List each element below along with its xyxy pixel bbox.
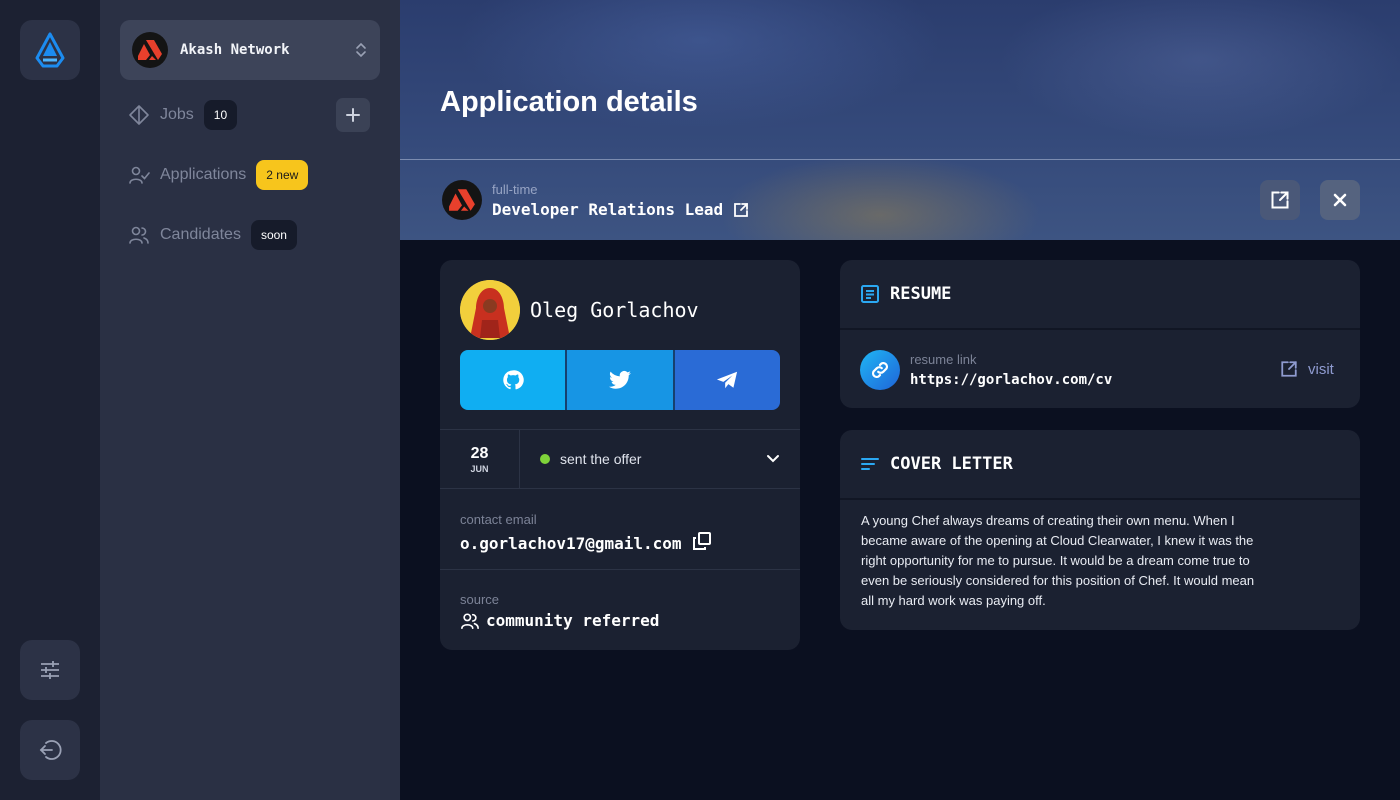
settings-button[interactable] (20, 640, 80, 700)
nav-label-candidates: Candidates (160, 226, 241, 243)
jobs-count-badge: 10 (203, 100, 238, 130)
nav-label-applications: Applications (160, 166, 247, 183)
applications-new-badge: 2 new (256, 160, 309, 190)
nav-item-candidates[interactable]: Candidates soon (128, 218, 297, 252)
sidebar: Akash Network Jobs 10 Applications 2 new… (100, 0, 400, 800)
chevron-down-icon (767, 455, 779, 463)
users-icon (461, 612, 479, 629)
user-check-icon (128, 164, 150, 186)
resume-link-label: resume link (910, 352, 977, 367)
resume-divider (840, 328, 1360, 330)
twitter-icon (608, 370, 631, 389)
page-header: Application details full-time Developer … (400, 0, 1400, 240)
status-row: 28 JUN sent the offer (440, 429, 800, 489)
job-title: Developer Relations Lead (492, 200, 724, 219)
candidate-avatar (460, 280, 520, 340)
document-icon (861, 285, 879, 303)
job-org-avatar (442, 180, 482, 220)
akash-logo-icon (35, 32, 65, 68)
text-lines-icon (861, 458, 879, 470)
contact-email-field: contact email o.gorlachov17@gmail.com (460, 512, 712, 555)
source-value: community referred (486, 611, 660, 630)
header-divider (400, 159, 1400, 160)
nav-item-applications[interactable]: Applications 2 new (128, 158, 309, 192)
nav-item-jobs[interactable]: Jobs 10 (128, 98, 238, 132)
status-date-month: JUN (470, 463, 489, 474)
contact-email-value: o.gorlachov17@gmail.com (460, 533, 682, 553)
app-logo-button[interactable] (20, 20, 80, 80)
external-link-icon (1281, 361, 1297, 377)
link-icon-badge (860, 350, 900, 390)
status-dropdown[interactable]: sent the offer (520, 430, 800, 488)
org-switcher[interactable]: Akash Network (120, 20, 380, 80)
sliders-icon (41, 661, 59, 679)
logout-button[interactable] (20, 720, 80, 780)
copy-icon (692, 532, 711, 550)
cover-letter-card: COVER LETTER A young Chef always dreams … (840, 430, 1360, 630)
candidate-name: Oleg Gorlachov (530, 298, 699, 322)
app-rail (0, 0, 100, 800)
candidate-card: Oleg Gorlachov 28 JUN sent the offer con… (440, 260, 800, 650)
akash-network-logo-icon (138, 40, 162, 60)
status-date: 28 JUN (440, 430, 520, 488)
job-title-link[interactable]: Developer Relations Lead (492, 200, 749, 219)
telegram-button[interactable] (674, 350, 780, 410)
status-date-day: 28 (470, 444, 489, 462)
resume-card: RESUME resume link https://gorlachov.com… (840, 260, 1360, 408)
akash-network-logo-icon (449, 189, 475, 211)
close-button[interactable] (1320, 180, 1360, 220)
diamond-icon (128, 104, 150, 126)
contact-email-label: contact email (460, 512, 537, 527)
resume-heading: RESUME (860, 284, 951, 304)
github-button[interactable] (460, 350, 568, 410)
card-divider (440, 569, 800, 570)
visit-resume-link[interactable]: visit (1280, 360, 1334, 378)
cover-letter-text: A young Chef always dreams of creating t… (861, 513, 1255, 608)
job-type: full-time (492, 182, 538, 197)
add-job-button[interactable] (336, 98, 370, 132)
twitter-button[interactable] (567, 350, 675, 410)
logout-icon (39, 740, 62, 760)
candidates-soon-badge: soon (250, 220, 297, 250)
cover-letter-heading: COVER LETTER (860, 454, 1013, 474)
users-icon (128, 224, 150, 246)
org-avatar (132, 32, 168, 68)
main-content: Application details full-time Developer … (400, 0, 1400, 800)
status-value: sent the offer (560, 451, 642, 467)
telegram-icon (717, 371, 738, 389)
cover-letter-heading-text: COVER LETTER (890, 454, 1013, 474)
open-external-button[interactable] (1260, 180, 1300, 220)
github-icon (502, 370, 524, 390)
cover-letter-divider (840, 498, 1360, 500)
nav-label-jobs: Jobs (160, 106, 194, 123)
plus-icon (346, 108, 360, 122)
source-label: source (460, 592, 500, 607)
external-link-icon (734, 202, 749, 217)
page-title: Application details (440, 86, 698, 118)
link-icon (871, 361, 889, 379)
copy-email-button[interactable] (692, 531, 712, 555)
source-field: source community referred (460, 592, 659, 630)
resume-url: https://gorlachov.com/cv (910, 372, 1113, 388)
resume-heading-text: RESUME (890, 284, 952, 304)
close-icon (1333, 193, 1347, 207)
status-dot (540, 454, 550, 464)
visit-label: visit (1308, 360, 1334, 378)
social-links (460, 350, 780, 410)
chevron-up-down-icon (354, 42, 368, 58)
external-link-icon (1271, 191, 1289, 209)
org-name: Akash Network (180, 42, 290, 58)
